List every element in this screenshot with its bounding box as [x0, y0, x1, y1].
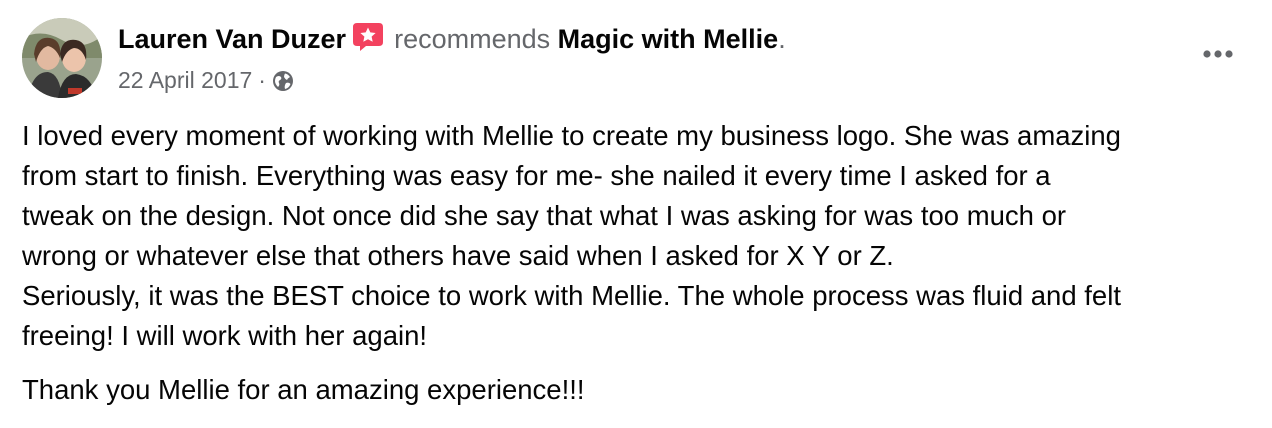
body-line: tweak on the design. Not once did she sa… — [22, 200, 1067, 231]
title-line: Lauren Van Duzer recommends Magic with Me… — [118, 20, 1192, 62]
recommendation-post: Lauren Van Duzer recommends Magic with Me… — [0, 0, 1272, 428]
body-line: from start to finish. Everything was eas… — [22, 160, 1051, 191]
more-horizontal-icon — [1203, 50, 1233, 58]
body-line: I loved every moment of working with Mel… — [22, 120, 1121, 151]
recommend-star-icon — [352, 22, 384, 62]
body-line: Seriously, it was the BEST choice to wor… — [22, 280, 1121, 311]
action-text: recommends — [394, 24, 551, 54]
body-line: wrong or whatever else that others have … — [22, 240, 894, 271]
body-line: freeing! I will work with her again! — [22, 320, 428, 351]
author-name[interactable]: Lauren Van Duzer — [118, 24, 346, 54]
body-paragraph-2: Thank you Mellie for an amazing experien… — [22, 370, 1262, 410]
page-name-link[interactable]: Magic with Mellie — [558, 24, 779, 54]
more-options-button[interactable] — [1196, 36, 1240, 72]
globe-icon[interactable] — [272, 68, 294, 100]
body-line: Thank you Mellie for an amazing experien… — [22, 374, 585, 405]
post-header: Lauren Van Duzer recommends Magic with Me… — [118, 20, 1192, 100]
meta-separator: · — [258, 67, 266, 93]
avatar[interactable] — [22, 18, 102, 98]
post-meta: 22 April 2017 · — [118, 64, 1192, 100]
post-date[interactable]: 22 April 2017 — [118, 67, 252, 93]
avatar-photo — [22, 18, 102, 98]
body-paragraph-1: I loved every moment of working with Mel… — [22, 116, 1262, 356]
title-period: . — [778, 24, 786, 54]
post-body: I loved every moment of working with Mel… — [22, 116, 1262, 410]
